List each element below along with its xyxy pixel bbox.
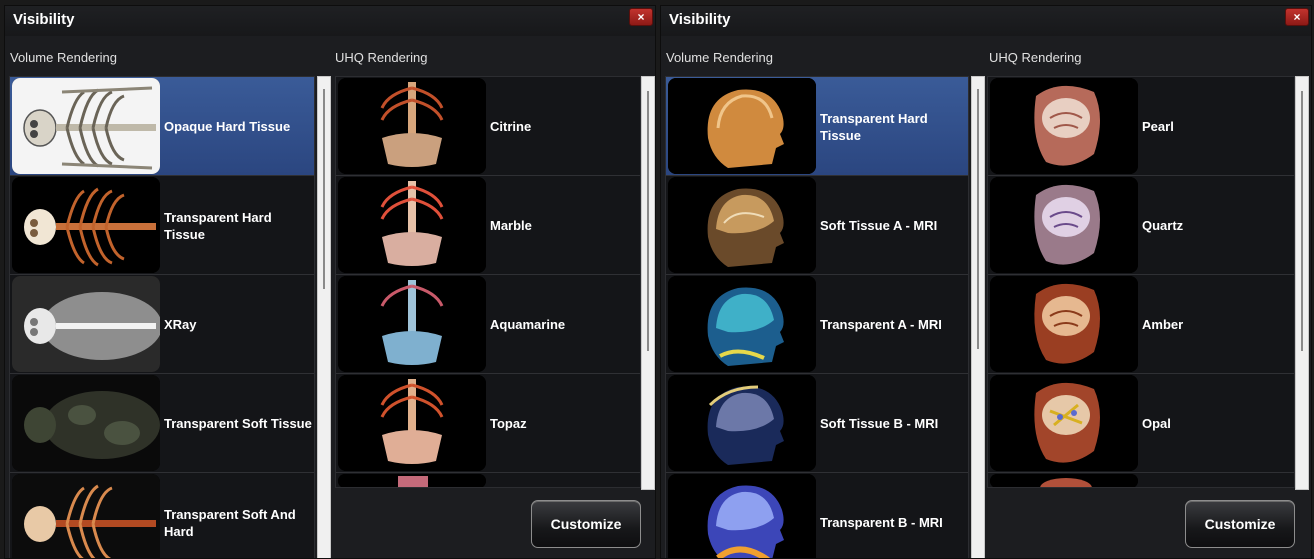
volume-item-transparent-hard-tissue[interactable]: Transparent Hard Tissue — [666, 77, 968, 176]
spine-pelvis-thumbnail — [338, 474, 486, 487]
volume-item-label: Transparent Soft Tissue — [164, 416, 312, 431]
soft-tissue-thumbnail — [12, 375, 160, 471]
head-thumbnail — [668, 276, 816, 372]
uhq-list-scrollbar[interactable] — [1295, 76, 1309, 490]
brain-thumbnail — [990, 375, 1138, 471]
spine-pelvis-thumbnail — [338, 276, 486, 372]
volume-item-soft-tissue-a-mri[interactable]: Soft Tissue A - MRI — [666, 176, 968, 275]
volume-item-label: Soft Tissue A - MRI — [820, 218, 938, 233]
uhq-item-label: Opal — [1142, 416, 1171, 431]
customize-button[interactable]: Customize — [531, 500, 641, 548]
uhq-item-label: Amber — [1142, 317, 1184, 332]
volume-list-scrollbar[interactable] — [317, 76, 331, 558]
uhq-item-opal[interactable]: Opal — [988, 374, 1294, 473]
volume-item-opaque-hard-tissue[interactable]: Opaque Hard Tissue — [10, 77, 314, 176]
uhq-rendering-label: UHQ Rendering — [335, 50, 428, 65]
xray-thumbnail — [12, 276, 160, 372]
visibility-panel-head: Visibility × Volume Rendering UHQ Render… — [660, 5, 1312, 559]
volume-item-label: Soft Tissue B - MRI — [820, 416, 939, 431]
volume-rendering-list: Opaque Hard Tissue Transparent Hard Tiss… — [9, 76, 315, 558]
volume-item-transparent-soft-and-hard[interactable]: Transparent Soft And Hard — [10, 473, 314, 558]
uhq-rendering-label: UHQ Rendering — [989, 50, 1082, 65]
close-button[interactable]: × — [629, 8, 653, 26]
skeleton-thumbnail — [12, 474, 160, 558]
uhq-item-topaz[interactable]: Topaz — [336, 374, 640, 473]
title-bar: Visibility × — [661, 6, 1311, 36]
spine-pelvis-thumbnail — [338, 177, 486, 273]
uhq-item-marble[interactable]: Marble — [336, 176, 640, 275]
uhq-item-label: Pearl — [1142, 119, 1174, 134]
volume-item-label: XRay — [164, 317, 197, 332]
scrollbar-thumb[interactable] — [323, 89, 325, 289]
scrollbar-thumb[interactable] — [1301, 91, 1303, 351]
uhq-rendering-list: Citrine Marble Aquamarine Topaz — [335, 76, 641, 488]
volume-item-label: Transparent Soft And Hard — [164, 506, 296, 539]
volume-item-transparent-hard-tissue[interactable]: Transparent Hard Tissue — [10, 176, 314, 275]
volume-item-xray[interactable]: XRay — [10, 275, 314, 374]
spine-pelvis-thumbnail — [338, 78, 486, 174]
uhq-item-aquamarine[interactable]: Aquamarine — [336, 275, 640, 374]
uhq-item-label: Citrine — [490, 119, 532, 134]
uhq-item-partial — [336, 473, 640, 487]
scrollbar-thumb[interactable] — [977, 89, 979, 349]
uhq-rendering-list: Pearl Quartz Amber Opal — [987, 76, 1295, 488]
scrollbar-thumb[interactable] — [647, 91, 649, 351]
head-thumbnail — [668, 177, 816, 273]
volume-rendering-label: Volume Rendering — [666, 50, 773, 65]
uhq-item-citrine[interactable]: Citrine — [336, 77, 640, 176]
uhq-item-pearl[interactable]: Pearl — [988, 77, 1294, 176]
head-thumbnail — [668, 474, 816, 558]
skeleton-thumbnail — [12, 177, 160, 273]
volume-item-transparent-b-mri[interactable]: Transparent B - MRI — [666, 473, 968, 558]
uhq-item-label: Topaz — [490, 416, 527, 431]
spine-pelvis-thumbnail — [338, 375, 486, 471]
volume-item-transparent-a-mri[interactable]: Transparent A - MRI — [666, 275, 968, 374]
customize-button[interactable]: Customize — [1185, 500, 1295, 548]
uhq-item-quartz[interactable]: Quartz — [988, 176, 1294, 275]
uhq-item-label: Marble — [490, 218, 532, 233]
title-bar: Visibility × — [5, 6, 655, 36]
uhq-item-partial — [988, 473, 1294, 487]
skeleton-thumbnail — [12, 78, 160, 174]
brain-thumbnail — [990, 78, 1138, 174]
volume-item-soft-tissue-b-mri[interactable]: Soft Tissue B - MRI — [666, 374, 968, 473]
panel-title: Visibility — [669, 11, 731, 28]
volume-rendering-list: Transparent Hard Tissue Soft Tissue A - … — [665, 76, 969, 558]
panel-title: Visibility — [13, 11, 75, 28]
volume-list-scrollbar[interactable] — [971, 76, 985, 558]
uhq-item-label: Aquamarine — [490, 317, 566, 332]
head-thumbnail — [668, 375, 816, 471]
volume-item-label: Transparent Hard Tissue — [820, 110, 928, 143]
close-button[interactable]: × — [1285, 8, 1309, 26]
volume-rendering-label: Volume Rendering — [10, 50, 117, 65]
brain-thumbnail — [990, 276, 1138, 372]
brain-thumbnail — [990, 177, 1138, 273]
head-thumbnail — [668, 78, 816, 174]
volume-item-label: Transparent A - MRI — [820, 317, 942, 332]
volume-item-label: Opaque Hard Tissue — [164, 119, 291, 134]
visibility-panel-body: Visibility × Volume Rendering UHQ Render… — [4, 5, 656, 559]
volume-item-label: Transparent B - MRI — [820, 515, 943, 530]
volume-item-label: Transparent Hard Tissue — [164, 209, 272, 242]
volume-item-transparent-soft-tissue[interactable]: Transparent Soft Tissue — [10, 374, 314, 473]
uhq-list-scrollbar[interactable] — [641, 76, 655, 490]
uhq-item-amber[interactable]: Amber — [988, 275, 1294, 374]
brain-thumbnail — [990, 474, 1138, 487]
uhq-item-label: Quartz — [1142, 218, 1184, 233]
